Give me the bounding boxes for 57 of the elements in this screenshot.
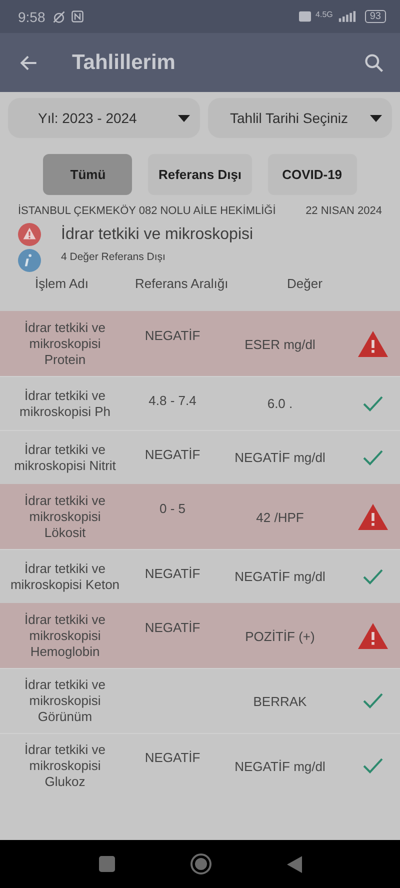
caret-icon [178, 114, 190, 122]
result-value: NEGATİF mg/dl [234, 569, 326, 584]
caret-icon [370, 114, 382, 122]
check-icon [362, 568, 382, 584]
check-icon [362, 693, 382, 709]
check-icon [362, 758, 382, 774]
reference-range: 4.8 - 7.4 [148, 392, 198, 408]
column-header: İşlem Adı [35, 276, 90, 291]
result-value: BERRAK [252, 694, 308, 708]
search-icon [363, 52, 385, 74]
check-icon [362, 396, 382, 412]
test-date: 22 NISAN 2024 [306, 205, 382, 217]
reference-range: NEGATİF [144, 565, 202, 581]
back-icon [286, 856, 302, 872]
filter-tab[interactable]: Tümü [43, 154, 132, 195]
result-value: ESER mg/dl [244, 336, 316, 352]
warning-icon [358, 331, 388, 357]
dropdown[interactable]: Yıl: 2023 - 2024 [8, 98, 200, 138]
clock-time: 9:58 [18, 8, 46, 24]
test-item-name: İdrar tetkiki ve mikroskopisi Hemoglobin [24, 612, 106, 660]
result-value: NEGATİF mg/dl [234, 450, 326, 465]
institution-name: İSTANBUL ÇEKMEKÖY 082 NOLU AİLE HEKİMLİĞİ [18, 205, 276, 217]
battery-level: 93 [364, 10, 386, 23]
test-item-name: İdrar tetkiki ve mikroskopisi Ph [18, 388, 112, 420]
test-item-name: İdrar tetkiki ve mikroskopisi Protein [24, 320, 106, 368]
out-of-range-summary: 4 Değer Referans Dışı [61, 250, 166, 262]
result-value: 6.0 . [266, 396, 294, 411]
test-name: İdrar tetkiki ve mikroskopisi [61, 226, 254, 244]
reference-range: NEGATİF [144, 446, 202, 462]
column-header: Referans Aralığı [135, 276, 230, 291]
reference-range: NEGATİF [144, 619, 202, 635]
warning-icon [358, 504, 388, 530]
warning-icon [358, 623, 388, 649]
warning-icon [18, 223, 41, 246]
home-icon [190, 853, 212, 875]
network-type: 4.5G [316, 10, 333, 19]
test-item-name: İdrar tetkiki ve mikroskopisi Glukoz [24, 742, 106, 790]
info-icon [18, 249, 41, 272]
result-value: 42 /HPF [255, 510, 305, 524]
result-value: POZİTİF (+) [244, 628, 316, 644]
screen-title: Tahlillerim [72, 50, 176, 74]
result-value: NEGATİF mg/dl [234, 758, 326, 774]
check-icon [362, 450, 382, 466]
signal-icon [338, 11, 356, 22]
test-item-name: İdrar tetkiki ve mikroskopisi Lökosit [24, 493, 106, 541]
column-header: Değer [286, 276, 324, 291]
reference-range: 0 - 5 [158, 500, 186, 516]
test-item-name: İdrar tetkiki ve mikroskopisi Keton [9, 560, 121, 592]
reference-range: NEGATİF [144, 749, 202, 765]
dropdown[interactable]: Tahlil Tarihi Seçiniz [208, 98, 392, 138]
recents-icon [98, 856, 114, 872]
test-item-name: İdrar tetkiki ve mikroskopisi Nitrit [13, 442, 117, 474]
reference-range: NEGATİF [144, 327, 202, 343]
filter-tab[interactable]: COVID-19 [268, 154, 357, 195]
test-item-name: İdrar tetkiki ve mikroskopisi Görünüm [24, 677, 106, 725]
filter-tab[interactable]: Referans Dışı [148, 154, 252, 195]
nfc-icon [71, 10, 84, 23]
